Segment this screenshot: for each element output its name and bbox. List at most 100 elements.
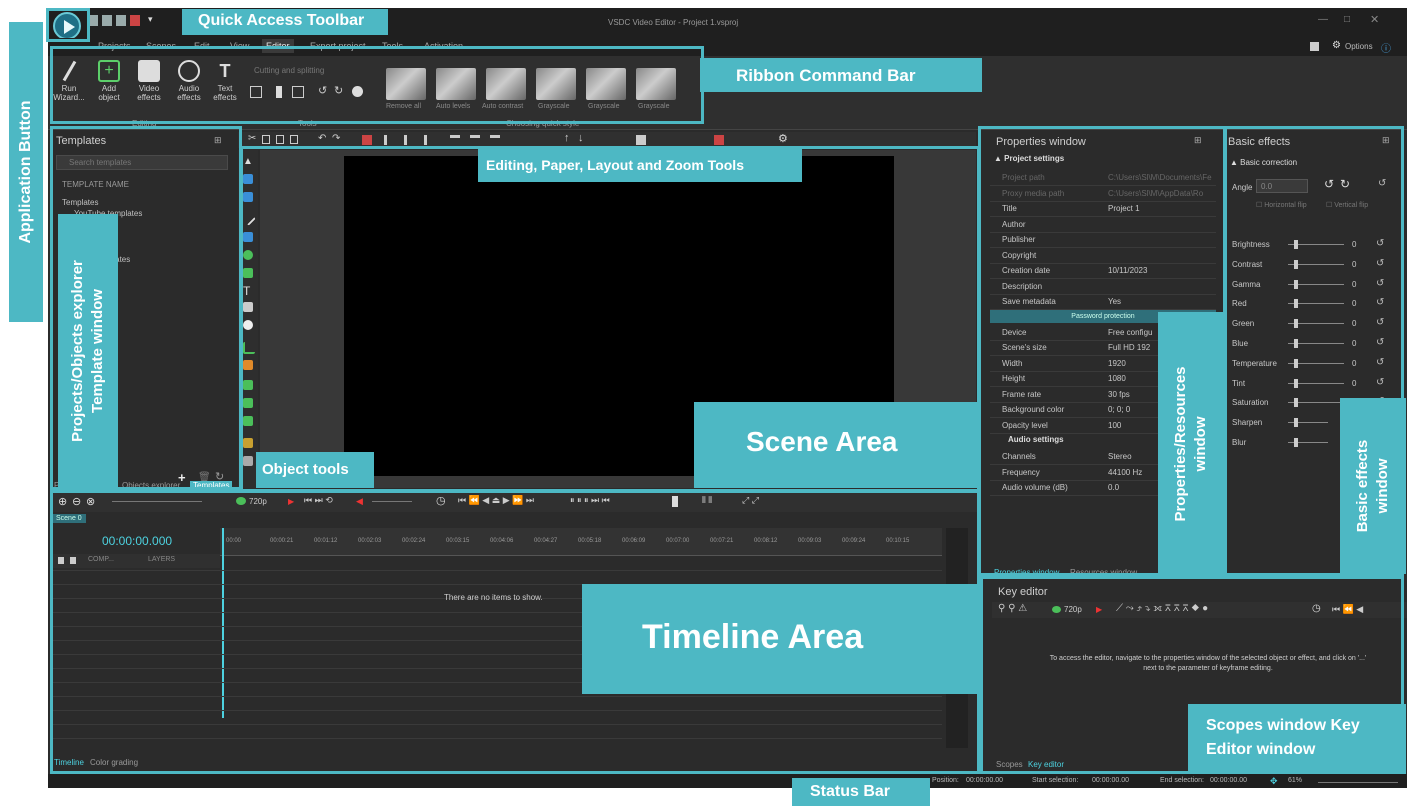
move-down-icon[interactable]: ↓: [578, 132, 584, 144]
tab-scopes[interactable]: Scopes: [996, 760, 1023, 769]
visibility-icon[interactable]: [58, 557, 64, 564]
move-up-icon[interactable]: ↑: [564, 132, 570, 144]
menu-edit[interactable]: Edit: [194, 41, 210, 51]
trim-icon[interactable]: [292, 86, 304, 98]
menu-view[interactable]: View: [230, 41, 249, 51]
zoom-slider[interactable]: [1318, 782, 1398, 783]
split-icon[interactable]: [672, 496, 678, 507]
options-link[interactable]: Options: [1345, 42, 1373, 51]
effect-row[interactable]: Blue 0 ↺: [1222, 335, 1392, 353]
property-row[interactable]: Title Project 1: [990, 201, 1216, 217]
effect-slider-handle[interactable]: [1294, 339, 1298, 348]
eye-icon[interactable]: [1052, 606, 1061, 613]
add-object-button[interactable]: + Add object: [92, 60, 126, 102]
property-row[interactable]: Proxy media path C:\Users\Sl\M\AppData\Ro: [990, 186, 1216, 202]
cut-icon[interactable]: ✂: [248, 133, 256, 144]
key-editor-resolution[interactable]: 720p: [1064, 605, 1082, 614]
redo-icon[interactable]: ↷: [332, 133, 340, 144]
volume-slider[interactable]: [372, 501, 412, 502]
menu-export-project[interactable]: Export project: [310, 41, 366, 51]
property-row[interactable]: Save metadata Yes: [990, 294, 1216, 310]
effects-tool-icon[interactable]: [243, 438, 253, 448]
video-object-icon[interactable]: [243, 174, 253, 184]
menu-scenes[interactable]: Scenes: [146, 41, 176, 51]
property-row[interactable]: Copyright: [990, 248, 1216, 264]
audio-effects-button[interactable]: Audio effects: [172, 60, 206, 102]
reset-icon[interactable]: ↺: [1376, 278, 1384, 289]
tab-objects-explorer[interactable]: Objects explorer: [122, 481, 180, 490]
effect-slider-handle[interactable]: [1294, 438, 1298, 447]
info-icon[interactable]: ⓘ: [1381, 40, 1391, 55]
video-clip-tool-icon[interactable]: [243, 416, 253, 426]
align-bottom-icon[interactable]: [490, 135, 500, 145]
keyframe-tools[interactable]: ⚲ ⚲ ⚠: [998, 603, 1027, 614]
fit-icon[interactable]: ⊗: [86, 495, 95, 508]
tab-resources-window[interactable]: Resources window: [1070, 568, 1137, 577]
paste-icon[interactable]: [276, 135, 284, 144]
property-row[interactable]: Publisher: [990, 232, 1216, 248]
zoom-out-icon[interactable]: ⊖: [72, 495, 81, 508]
effect-row[interactable]: Temperature 0 ↺: [1222, 355, 1392, 373]
application-button[interactable]: [53, 12, 81, 40]
maximize-icon[interactable]: □: [1344, 14, 1350, 25]
effect-row[interactable]: Contrast 0 ↺: [1222, 256, 1392, 274]
eye-icon[interactable]: [236, 497, 246, 505]
preview-resolution[interactable]: 720p: [249, 497, 267, 506]
effect-row[interactable]: Red 0 ↺: [1222, 295, 1392, 313]
record-icon[interactable]: [352, 86, 363, 97]
horizontal-flip-checkbox[interactable]: ☐ Horizontal flip: [1256, 201, 1307, 209]
zoom-in-icon[interactable]: ⊕: [58, 495, 67, 508]
menu-tools[interactable]: Tools: [382, 41, 403, 51]
rotate-right-icon[interactable]: ↻: [1340, 177, 1350, 191]
menu-editor[interactable]: Editor: [262, 39, 294, 53]
undo-icon[interactable]: ↶: [318, 133, 326, 144]
effect-slider-handle[interactable]: [1294, 279, 1298, 289]
record-icon[interactable]: ▶: [1096, 605, 1102, 614]
effect-row[interactable]: Tint 0 ↺: [1222, 375, 1392, 393]
open-project-icon[interactable]: [102, 15, 112, 26]
reset-icon[interactable]: ↺: [1376, 297, 1384, 308]
new-project-icon[interactable]: [88, 15, 98, 26]
rectangle-tool-icon[interactable]: [243, 232, 253, 242]
template-search-input[interactable]: Search templates: [56, 155, 228, 170]
zoom-icon[interactable]: ✥: [1270, 776, 1278, 787]
tab-templates[interactable]: Templates: [190, 481, 233, 490]
subtitle-tool-icon[interactable]: [243, 302, 253, 312]
copy-icon[interactable]: [262, 135, 270, 144]
effect-slider-handle[interactable]: [1294, 240, 1298, 249]
sprite-tool-icon[interactable]: [243, 398, 253, 408]
quick-style-remove-all[interactable]: [386, 68, 426, 100]
grid-icon[interactable]: [362, 135, 372, 145]
effect-slider-handle[interactable]: [1294, 259, 1298, 269]
menu-activation[interactable]: Activation: [424, 41, 463, 51]
ellipse-tool-icon[interactable]: [243, 250, 253, 260]
split-icon[interactable]: [276, 86, 282, 98]
image-tool-icon[interactable]: [243, 380, 253, 390]
effect-row[interactable]: Green 0 ↺: [1222, 315, 1392, 333]
chart-tool-icon[interactable]: [243, 342, 255, 354]
rotate-right-icon[interactable]: ↻: [334, 84, 343, 97]
property-row[interactable]: Description: [990, 279, 1216, 295]
reset-icon[interactable]: ↺: [1376, 238, 1384, 249]
align-top-icon[interactable]: [450, 135, 460, 145]
polygon-tool-icon[interactable]: [243, 268, 253, 278]
tab-color-grading[interactable]: Color grading: [90, 758, 138, 767]
angle-input[interactable]: 0.0: [1256, 179, 1308, 193]
reset-icon[interactable]: ↺: [1378, 178, 1386, 189]
effect-slider-handle[interactable]: [1294, 358, 1298, 368]
vertical-flip-checkbox[interactable]: ☐ Vertical flip: [1326, 201, 1368, 209]
lock-icon[interactable]: [70, 557, 76, 564]
quick-style-auto-levels[interactable]: [436, 68, 476, 100]
quick-style-grayscale-2[interactable]: [586, 68, 626, 100]
pointer-icon[interactable]: ▲: [243, 156, 253, 167]
property-row[interactable]: Project path C:\Users\Sl\M\Documents\Fe: [990, 170, 1216, 186]
quick-style-auto-contrast[interactable]: [486, 68, 526, 100]
reset-icon[interactable]: ↺: [1376, 357, 1384, 368]
clock-icon[interactable]: ◷: [436, 494, 446, 507]
export-icon[interactable]: [130, 15, 140, 26]
pin-icon[interactable]: ⊞: [214, 135, 222, 146]
marker-controls[interactable]: ⏸ ⏸ ⏸ ⏭ ⏮: [570, 495, 610, 506]
rotate-left-icon[interactable]: ↺: [318, 84, 327, 97]
text-tool-icon[interactable]: T: [243, 284, 250, 298]
tab-properties-window[interactable]: Properties window: [994, 568, 1059, 577]
